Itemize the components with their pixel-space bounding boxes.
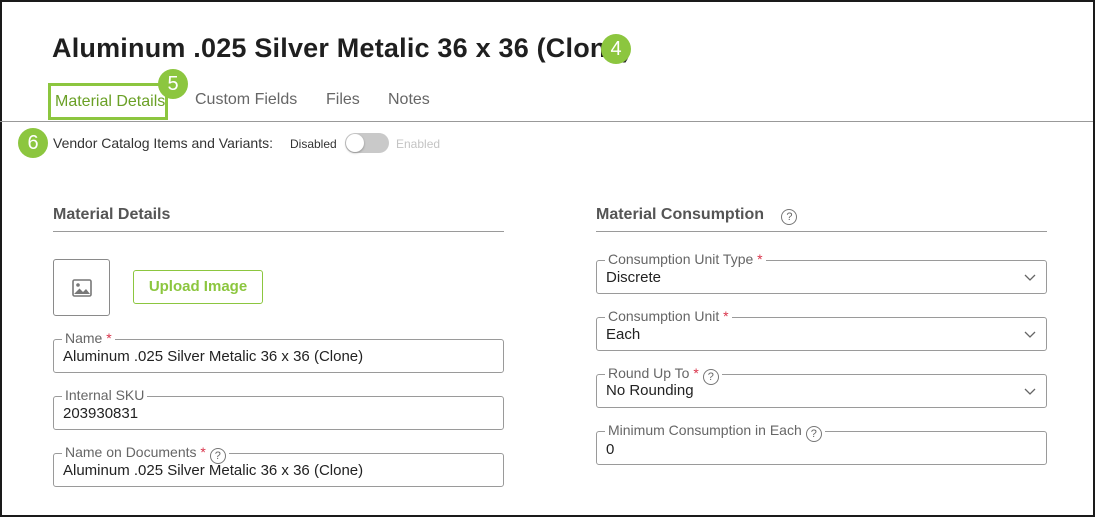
name-field[interactable]: Name * Aluminum .025 Silver Metalic 36 x… bbox=[53, 330, 504, 373]
toggle-disabled-label: Disabled bbox=[290, 137, 337, 151]
consumption-unit-select[interactable]: Consumption Unit * Each bbox=[596, 308, 1047, 351]
consumption-unit-type-select[interactable]: Consumption Unit Type * Discrete bbox=[596, 251, 1047, 294]
consumption-unit-type-label: Consumption Unit Type * bbox=[605, 251, 766, 267]
toggle-enabled-label: Enabled bbox=[396, 137, 441, 151]
vendor-catalog-label: Vendor Catalog Items and Variants: bbox=[53, 135, 273, 151]
minimum-consumption-field[interactable]: Minimum Consumption in Each? 0 bbox=[596, 422, 1047, 465]
tab-label: Material Details bbox=[55, 93, 166, 110]
tab-material-details[interactable]: Material Details bbox=[48, 83, 168, 120]
name-value: Aluminum .025 Silver Metalic 36 x 36 (Cl… bbox=[63, 348, 364, 365]
round-up-to-value: No Rounding bbox=[606, 382, 694, 399]
material-consumption-divider bbox=[596, 231, 1047, 232]
required-asterisk: * bbox=[723, 308, 729, 324]
consumption-unit-value: Each bbox=[606, 326, 641, 343]
tab-files[interactable]: Files bbox=[326, 91, 360, 109]
name-on-documents-label: Name on Documents *? bbox=[62, 444, 229, 464]
toggle-knob bbox=[346, 134, 364, 152]
help-icon[interactable]: ? bbox=[702, 369, 719, 385]
name-on-documents-value: Aluminum .025 Silver Metalic 36 x 36 (Cl… bbox=[63, 462, 364, 479]
material-details-divider bbox=[53, 231, 504, 232]
callout-badge-6: 6 bbox=[18, 128, 48, 158]
help-icon[interactable]: ? bbox=[781, 209, 798, 225]
material-consumption-heading: Material Consumption ? bbox=[596, 206, 798, 225]
image-placeholder[interactable] bbox=[53, 259, 110, 316]
required-asterisk: * bbox=[106, 330, 112, 346]
image-icon bbox=[72, 279, 92, 297]
required-asterisk: * bbox=[757, 251, 763, 267]
consumption-unit-type-value: Discrete bbox=[606, 269, 662, 286]
minimum-consumption-value: 0 bbox=[606, 441, 615, 458]
page-title: Aluminum .025 Silver Metalic 36 x 36 (Cl… bbox=[52, 33, 632, 63]
vendor-catalog-toggle[interactable] bbox=[345, 133, 389, 153]
internal-sku-value: 203930831 bbox=[63, 405, 139, 422]
name-on-documents-field[interactable]: Name on Documents *? Aluminum .025 Silve… bbox=[53, 444, 504, 487]
required-asterisk: * bbox=[693, 365, 699, 381]
upload-image-button[interactable]: Upload Image bbox=[133, 270, 263, 304]
callout-badge-5: 5 bbox=[158, 69, 188, 99]
chevron-down-icon bbox=[1024, 331, 1036, 338]
tab-notes[interactable]: Notes bbox=[388, 91, 430, 109]
required-asterisk: * bbox=[200, 444, 206, 460]
chevron-down-icon bbox=[1024, 388, 1036, 395]
chevron-down-icon bbox=[1024, 274, 1036, 281]
callout-badge-4: 4 bbox=[601, 34, 631, 64]
round-up-to-select[interactable]: Round Up To *? No Rounding bbox=[596, 365, 1047, 408]
tab-custom-fields[interactable]: Custom Fields bbox=[195, 91, 297, 109]
material-details-heading: Material Details bbox=[53, 206, 171, 223]
tabs-divider bbox=[0, 121, 1093, 122]
consumption-unit-label: Consumption Unit * bbox=[605, 308, 732, 324]
internal-sku-label: Internal SKU bbox=[62, 387, 148, 403]
help-icon[interactable]: ? bbox=[805, 426, 822, 442]
minimum-consumption-label: Minimum Consumption in Each? bbox=[605, 422, 825, 442]
internal-sku-field[interactable]: Internal SKU 203930831 bbox=[53, 387, 504, 430]
name-label: Name * bbox=[62, 330, 115, 346]
